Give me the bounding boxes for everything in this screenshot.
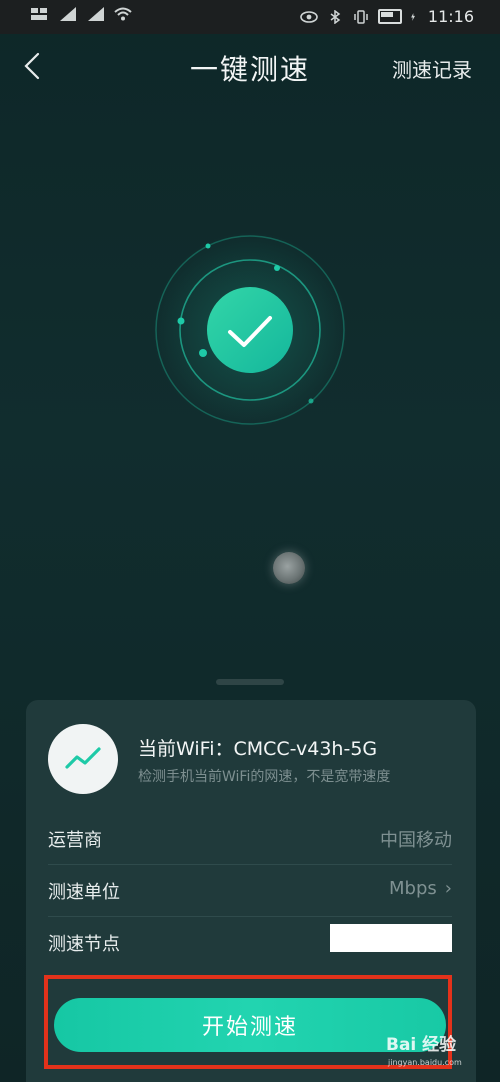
status-bar-right: 11:16 [300, 7, 474, 26]
chevron-right-icon: › [444, 878, 452, 899]
current-wifi-name: 当前WiFi：CMCC-v43h-5G [138, 738, 378, 760]
unit-value-wrap: Mbps › [389, 878, 452, 899]
baidu-jingyan-watermark: Bai 经验 jingyan.baidu.com [386, 1026, 490, 1074]
node-label: 测速节点 [48, 934, 120, 955]
charging-icon [411, 12, 415, 21]
operator-row: 运营商 中国移动 [48, 812, 452, 865]
current-wifi-row: 当前WiFi：CMCC-v43h-5G 检测手机当前WiFi的网速，不是宽带速度 [48, 724, 458, 796]
status-bar-left [30, 7, 132, 21]
sim-signal-icon [58, 7, 76, 21]
vibrate-icon [354, 9, 368, 24]
operator-value: 中国移动 [380, 830, 452, 851]
status-bar: 11:16 [0, 0, 500, 34]
connection-ok-graphic [152, 232, 348, 428]
watermark-main: Bai 经验 [386, 1035, 457, 1055]
sim-signal-icon [86, 7, 104, 21]
eye-icon [300, 10, 318, 23]
speed-test-history-link[interactable]: 测速记录 [392, 54, 472, 83]
current-wifi-description: 检测手机当前WiFi的网速，不是宽带速度 [138, 769, 391, 785]
header: 一键测速 测速记录 [0, 34, 500, 100]
unit-label: 测速单位 [48, 882, 120, 903]
unit-value: Mbps [389, 878, 437, 899]
wifi-avatar [48, 724, 118, 794]
status-time: 11:16 [427, 7, 474, 26]
operator-label: 运营商 [48, 830, 102, 851]
bluetooth-icon [330, 9, 341, 24]
speed-test-screen: 11:16 一键测速 测速记录 当前WiFi：CMCC-v43h-5G 检测手机… [0, 0, 500, 1082]
sheet-drag-handle[interactable] [216, 679, 284, 685]
notification-icon [31, 8, 47, 20]
wifi-icon [114, 7, 132, 21]
trend-line-icon [65, 747, 101, 769]
watermark-url: jingyan.baidu.com [388, 1058, 462, 1067]
battery-icon [377, 9, 402, 24]
unit-row[interactable]: 测速单位 Mbps › [48, 864, 452, 917]
touch-indicator-dot [273, 552, 305, 584]
node-row[interactable]: 测速节点 [48, 916, 452, 968]
node-value [330, 924, 452, 952]
